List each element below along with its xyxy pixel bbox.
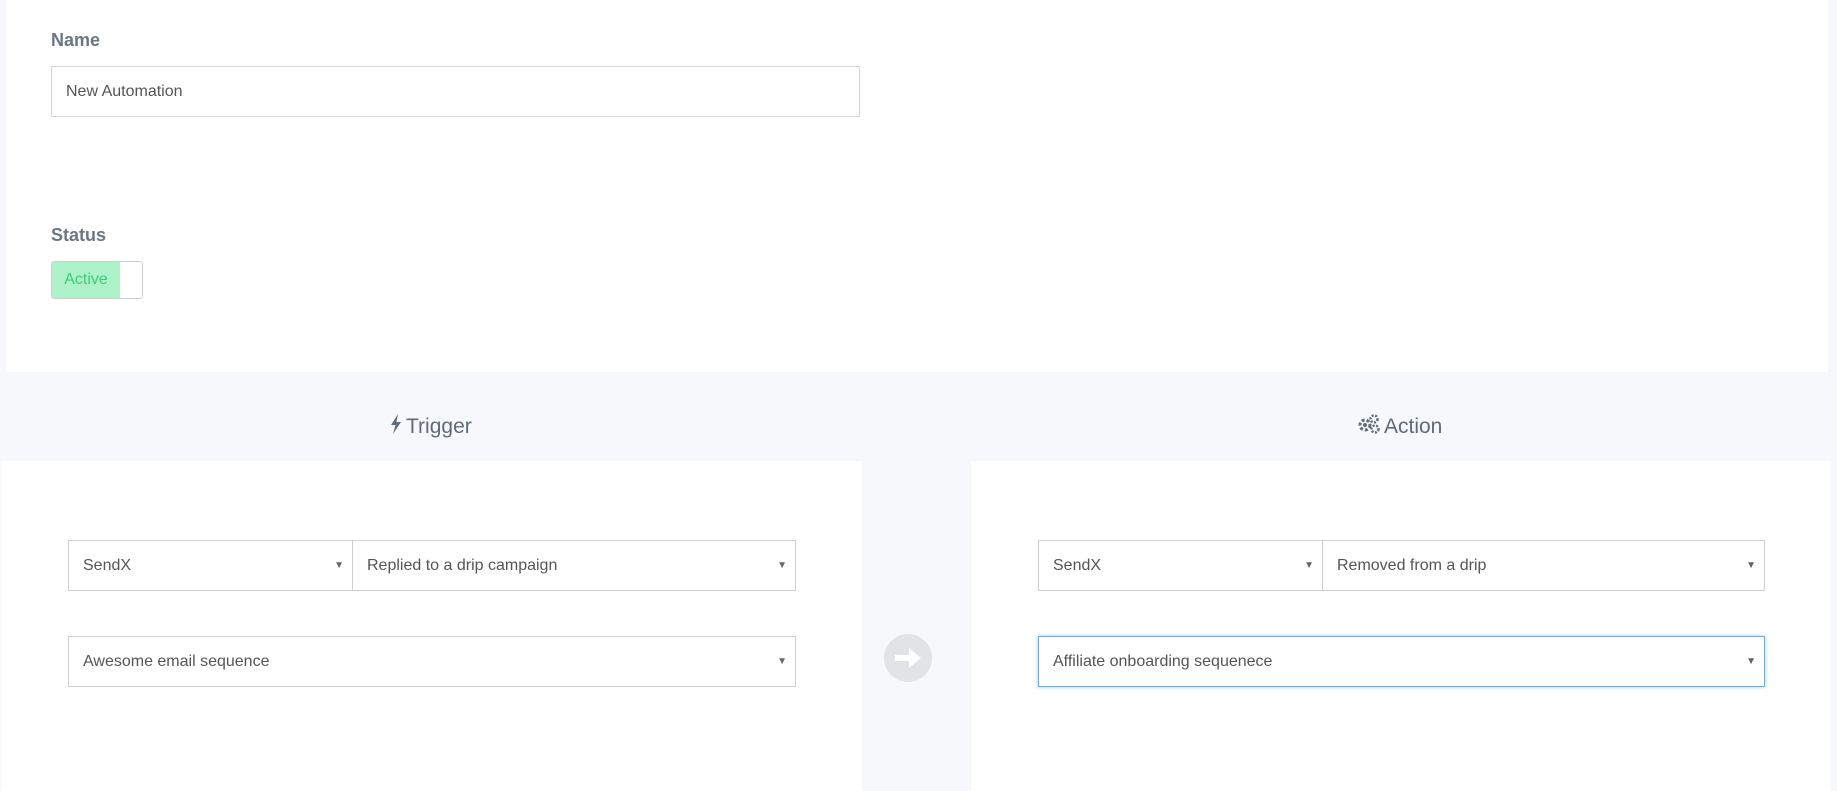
chevron-down-icon: ▼ [334,560,344,571]
chevron-down-icon: ▼ [1746,560,1756,571]
trigger-app-value: SendX [83,556,132,574]
trigger-card: SendX ▼ Replied to a drip campaign ▼ Awe… [1,461,862,791]
action-drip-select[interactable]: Affiliate onboarding sequenece ▼ [1038,636,1765,687]
chevron-down-icon: ▼ [1304,560,1314,571]
status-toggle[interactable]: Active [51,261,143,299]
trigger-event-value: Replied to a drip campaign [367,556,558,574]
action-card: SendX ▼ Removed from a drip ▼ Affiliate … [971,461,1831,791]
automation-settings-panel [6,0,1828,372]
status-toggle-label: Active [52,262,120,298]
trigger-event-select[interactable]: Replied to a drip campaign ▼ [352,540,796,591]
trigger-heading: Trigger [390,414,472,440]
status-label: Status [51,225,107,245]
trigger-title: Trigger [406,415,472,438]
chevron-down-icon: ▼ [1746,656,1756,667]
action-event-select[interactable]: Removed from a drip ▼ [1322,540,1765,591]
bolt-icon [390,414,402,440]
trigger-app-select[interactable]: SendX ▼ [68,540,353,591]
arrow-right-icon [884,634,932,682]
trigger-drip-value: Awesome email sequence [83,652,270,670]
chevron-down-icon: ▼ [777,656,787,667]
gears-icon [1358,414,1380,440]
action-title: Action [1384,415,1443,438]
trigger-drip-select[interactable]: Awesome email sequence ▼ [68,636,796,687]
automation-name-input[interactable] [51,66,860,117]
name-label: Name [51,30,101,50]
chevron-down-icon: ▼ [777,560,787,571]
action-drip-value: Affiliate onboarding sequenece [1053,652,1273,670]
action-app-select[interactable]: SendX ▼ [1038,540,1323,591]
action-heading: Action [1358,414,1442,440]
action-event-value: Removed from a drip [1337,556,1487,574]
action-app-value: SendX [1053,556,1102,574]
